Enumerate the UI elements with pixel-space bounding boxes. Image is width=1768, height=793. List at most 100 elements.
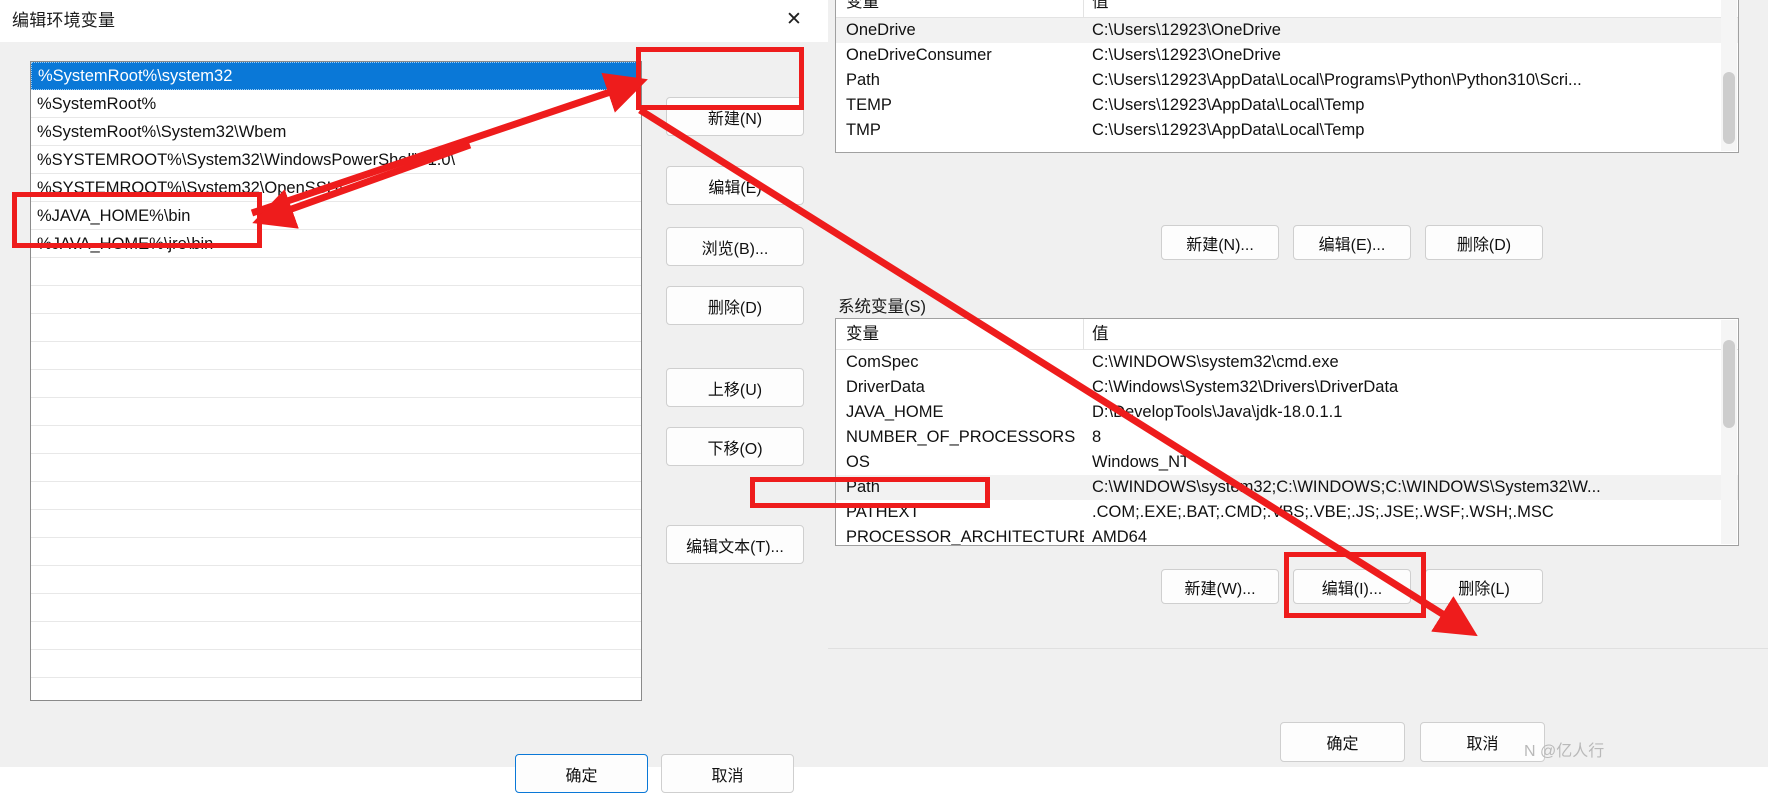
table-header: 变量 值	[836, 0, 1738, 18]
table-row[interactable]: TEMP C:\Users\12923\AppData\Local\Temp	[836, 93, 1738, 118]
list-item[interactable]: %SYSTEMROOT%\System32\OpenSSH\	[31, 174, 641, 202]
system-variables-table[interactable]: 变量 值 ComSpec C:\WINDOWS\system32\cmd.exe…	[835, 318, 1739, 546]
edit-text-button[interactable]: 编辑文本(T)...	[666, 525, 804, 564]
list-item-empty[interactable]	[31, 482, 641, 510]
cell-variable: PATHEXT	[846, 503, 920, 521]
system-edit-button[interactable]: 编辑(I)...	[1293, 569, 1411, 604]
table-row[interactable]: DriverData C:\Windows\System32\Drivers\D…	[836, 375, 1738, 400]
system-table-scrollbar[interactable]	[1721, 320, 1737, 544]
cell-variable: JAVA_HOME	[846, 403, 944, 421]
list-item-empty[interactable]	[31, 398, 641, 426]
list-item-empty[interactable]	[31, 678, 641, 700]
list-item[interactable]: %JAVA_HOME%\bin	[31, 202, 641, 230]
cell-value: C:\Users\12923\OneDrive	[1092, 21, 1281, 39]
watermark: N @亿人行	[1524, 743, 1605, 760]
list-item-empty[interactable]	[31, 510, 641, 538]
table-row[interactable]: OneDriveConsumer C:\Users\12923\OneDrive	[836, 43, 1738, 68]
list-item-empty[interactable]	[31, 286, 641, 314]
list-item-empty[interactable]	[31, 314, 641, 342]
list-item[interactable]: %SystemRoot%\system32	[31, 62, 641, 90]
cell-variable: TMP	[846, 121, 881, 139]
edit-environment-variable-dialog: 编辑环境变量 ✕ %SystemRoot%\system32 %SystemRo…	[0, 0, 828, 793]
list-item[interactable]: %SYSTEMROOT%\System32\WindowsPowerShell\…	[31, 146, 641, 174]
cell-value: C:\Users\12923\OneDrive	[1092, 46, 1281, 64]
cancel-button[interactable]: 取消	[661, 754, 794, 793]
path-entries-list[interactable]: %SystemRoot%\system32 %SystemRoot% %Syst…	[30, 61, 642, 701]
list-item-empty[interactable]	[31, 650, 641, 678]
cell-variable: OS	[846, 453, 870, 471]
list-item-empty[interactable]	[31, 566, 641, 594]
table-row[interactable]: Path C:\WINDOWS\system32;C:\WINDOWS;C:\W…	[836, 475, 1738, 500]
cell-value: C:\Users\12923\AppData\Local\Programs\Py…	[1092, 71, 1582, 89]
list-item[interactable]: %SystemRoot%	[31, 90, 641, 118]
cell-value: D:\DevelopTools\Java\jdk-18.0.1.1	[1092, 403, 1343, 421]
scrollbar-thumb[interactable]	[1723, 340, 1735, 428]
table-row[interactable]: PATHEXT .COM;.EXE;.BAT;.CMD;.VBS;.VBE;.J…	[836, 500, 1738, 525]
column-header-value: 值	[1092, 325, 1109, 343]
cell-value: .COM;.EXE;.BAT;.CMD;.VBS;.VBE;.JS;.JSE;.…	[1092, 503, 1554, 521]
cell-variable: Path	[846, 71, 880, 89]
cell-variable: PROCESSOR_ARCHITECTURE	[846, 528, 1084, 546]
cell-value: C:\WINDOWS\system32;C:\WINDOWS;C:\WINDOW…	[1092, 478, 1601, 496]
column-header-variable: 变量	[836, 319, 1084, 349]
dialog-body: %SystemRoot%\system32 %SystemRoot% %Syst…	[0, 42, 828, 793]
cell-value: AMD64	[1092, 528, 1148, 546]
ok-button[interactable]: 确定	[1280, 722, 1405, 762]
column-header-value: 值	[1092, 0, 1109, 11]
user-delete-button[interactable]: 删除(D)	[1425, 225, 1543, 260]
cell-value: C:\Users\12923\AppData\Local\Temp	[1092, 96, 1365, 114]
list-item-empty[interactable]	[31, 622, 641, 650]
browse-button[interactable]: 浏览(B)...	[666, 227, 804, 266]
list-item-empty[interactable]	[31, 370, 641, 398]
list-item-empty[interactable]	[31, 258, 641, 286]
list-item-empty[interactable]	[31, 594, 641, 622]
user-new-button[interactable]: 新建(N)...	[1161, 225, 1279, 260]
close-icon[interactable]: ✕	[768, 0, 820, 38]
cell-variable: Path	[846, 478, 880, 496]
system-variables-label: 系统变量(S)	[838, 298, 926, 316]
table-row[interactable]: JAVA_HOME D:\DevelopTools\Java\jdk-18.0.…	[836, 400, 1738, 425]
table-header: 变量 值	[836, 319, 1738, 350]
dialog-title: 编辑环境变量	[12, 11, 116, 30]
user-table-scrollbar[interactable]	[1721, 0, 1737, 151]
new-button[interactable]: 新建(N)	[666, 97, 804, 136]
cell-value: 8	[1092, 428, 1102, 446]
user-variables-table[interactable]: 变量 值 OneDrive C:\Users\12923\OneDrive On…	[835, 0, 1739, 153]
ok-button[interactable]: 确定	[515, 754, 648, 793]
table-row[interactable]: OS Windows_NT	[836, 450, 1738, 475]
system-new-button[interactable]: 新建(W)...	[1161, 569, 1279, 604]
cell-variable: TEMP	[846, 96, 892, 114]
user-edit-button[interactable]: 编辑(E)...	[1293, 225, 1411, 260]
list-item-empty[interactable]	[31, 454, 641, 482]
cell-variable: NUMBER_OF_PROCESSORS	[846, 428, 1076, 446]
edit-button[interactable]: 编辑(E)	[666, 166, 804, 205]
table-row[interactable]: Path C:\Users\12923\AppData\Local\Progra…	[836, 68, 1738, 93]
cell-variable: DriverData	[846, 378, 925, 396]
system-delete-button[interactable]: 删除(L)	[1425, 569, 1543, 604]
cell-variable: ComSpec	[846, 353, 919, 371]
cell-value: C:\WINDOWS\system32\cmd.exe	[1092, 353, 1339, 371]
table-row[interactable]: PROCESSOR_ARCHITECTURE AMD64	[836, 525, 1738, 546]
cell-value: Windows_NT	[1092, 453, 1191, 471]
divider	[828, 648, 1768, 649]
move-up-button[interactable]: 上移(U)	[666, 368, 804, 407]
environment-variables-dialog: 变量 值 OneDrive C:\Users\12923\OneDrive On…	[828, 0, 1768, 767]
list-item-empty[interactable]	[31, 426, 641, 454]
table-row[interactable]: TMP C:\Users\12923\AppData\Local\Temp	[836, 118, 1738, 143]
table-row[interactable]: OneDrive C:\Users\12923\OneDrive	[836, 18, 1738, 43]
cell-value: C:\Windows\System32\Drivers\DriverData	[1092, 378, 1399, 396]
move-down-button[interactable]: 下移(O)	[666, 427, 804, 466]
cell-value: C:\Users\12923\AppData\Local\Temp	[1092, 121, 1365, 139]
cell-variable: OneDriveConsumer	[846, 46, 992, 64]
table-row[interactable]: NUMBER_OF_PROCESSORS 8	[836, 425, 1738, 450]
list-item-empty[interactable]	[31, 342, 641, 370]
dialog-titlebar: 编辑环境变量 ✕	[0, 0, 828, 42]
table-row[interactable]: ComSpec C:\WINDOWS\system32\cmd.exe	[836, 350, 1738, 375]
list-item[interactable]: %JAVA_HOME%\jre\bin	[31, 230, 641, 258]
list-item[interactable]: %SystemRoot%\System32\Wbem	[31, 118, 641, 146]
list-item-empty[interactable]	[31, 538, 641, 566]
scrollbar-thumb[interactable]	[1723, 72, 1735, 144]
delete-button[interactable]: 删除(D)	[666, 286, 804, 325]
column-header-variable: 变量	[836, 0, 1084, 17]
cell-variable: OneDrive	[846, 21, 916, 39]
